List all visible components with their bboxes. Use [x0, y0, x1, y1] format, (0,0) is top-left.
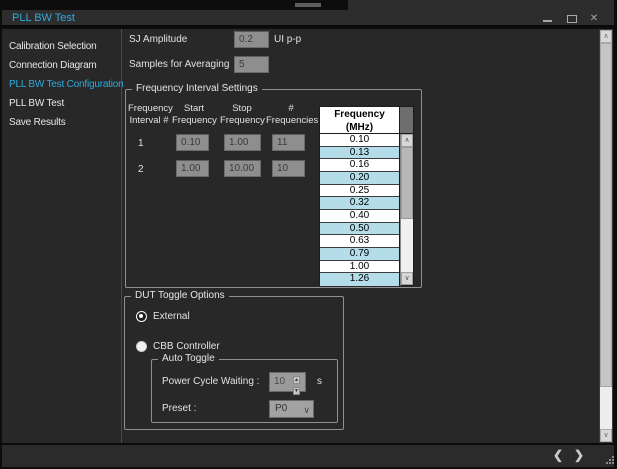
window-scrollbar-thumb[interactable]	[600, 43, 612, 387]
scroll-down-icon[interactable]: ∨	[401, 272, 413, 285]
maximize-button[interactable]	[563, 11, 581, 26]
spinner-buttons: ▲ ▼	[293, 373, 305, 391]
frequency-interval-settings-group: Frequency Interval Settings Frequency In…	[125, 89, 422, 288]
frequency-interval-settings-title: Frequency Interval Settings	[132, 83, 262, 94]
preset-dropdown-value: P0	[275, 403, 287, 414]
window-title: PLL BW Test	[12, 12, 75, 24]
table-row[interactable]: 0.13	[320, 147, 399, 160]
spin-down-icon[interactable]: ▼	[293, 387, 300, 395]
scroll-up-icon[interactable]: ∧	[600, 30, 612, 43]
power-cycle-waiting-label: Power Cycle Waiting :	[162, 376, 259, 387]
footer-bar: ❮ ❯	[2, 443, 614, 467]
sj-amplitude-label: SJ Amplitude	[129, 34, 187, 45]
table-row[interactable]: 0.25	[320, 185, 399, 198]
interval-2-stop-input[interactable]: 10.00	[224, 160, 261, 177]
sidebar-item-connection-diagram[interactable]: Connection Diagram	[2, 58, 121, 73]
sidebar-item-save-results[interactable]: Save Results	[2, 115, 121, 130]
frequency-table-scrollbar-thumb[interactable]	[401, 147, 413, 219]
frequency-table-scrollbar[interactable]: ∧ ∨	[400, 134, 414, 286]
power-cycle-waiting-spinner[interactable]: 10 ▲ ▼	[269, 372, 306, 392]
sidebar-item-pll-bw-test[interactable]: PLL BW Test	[2, 96, 121, 111]
auto-toggle-group: Auto Toggle Power Cycle Waiting : 10 ▲ ▼…	[151, 359, 338, 423]
preset-label: Preset :	[162, 403, 196, 414]
auto-toggle-title: Auto Toggle	[158, 353, 219, 364]
spin-up-icon[interactable]: ▲	[293, 376, 300, 384]
column-header-frequency-interval: Frequency Interval #	[128, 103, 170, 127]
power-cycle-waiting-unit: s	[317, 376, 322, 387]
scroll-up-icon[interactable]: ∧	[401, 134, 413, 147]
resize-grip-icon[interactable]	[604, 454, 614, 464]
interval-1-count-input[interactable]: 11	[272, 134, 305, 151]
table-row[interactable]: 1.26	[320, 273, 399, 286]
column-header-num-frequencies: # Frequencies	[266, 103, 316, 127]
content-area: Calibration Selection Connection Diagram…	[2, 29, 599, 443]
window-scrollbar[interactable]: ∧ ∨	[599, 29, 613, 443]
dut-toggle-options-group: DUT Toggle Options External CBB Controll…	[124, 296, 344, 430]
power-cycle-waiting-value: 10	[274, 376, 285, 387]
top-strip	[0, 0, 617, 10]
cbb-controller-radio[interactable]: CBB Controller	[136, 341, 220, 352]
frequency-table-header: Frequency (MHz)	[319, 106, 400, 134]
samples-for-averaging-label: Samples for Averaging	[129, 59, 229, 70]
maximize-icon	[567, 15, 577, 23]
table-row[interactable]: 0.40	[320, 210, 399, 223]
interval-1-start-input[interactable]: 0.10	[176, 134, 209, 151]
radio-unselected-icon	[136, 341, 147, 352]
external-radio-label: External	[153, 311, 190, 322]
sj-amplitude-unit: UI p-p	[274, 34, 301, 45]
preset-dropdown[interactable]: P0 ∨	[269, 400, 314, 418]
sj-amplitude-input[interactable]: 0.2	[234, 31, 269, 48]
top-strip-right	[348, 0, 614, 10]
close-icon: ✕	[590, 13, 598, 24]
title-bar: PLL BW Test ✕	[2, 10, 614, 27]
interval-2-count-input[interactable]: 10	[272, 160, 305, 177]
samples-for-averaging-input[interactable]: 5	[234, 56, 269, 73]
table-row[interactable]: 0.20	[320, 172, 399, 185]
table-row[interactable]: 0.16	[320, 159, 399, 172]
next-page-button[interactable]: ❯	[574, 448, 584, 462]
interval-2-start-input[interactable]: 1.00	[176, 160, 209, 177]
table-row[interactable]: 1.00	[320, 261, 399, 274]
table-row[interactable]: 0.63	[320, 235, 399, 248]
previous-page-button[interactable]: ❮	[553, 448, 563, 462]
external-radio[interactable]: External	[136, 311, 190, 322]
radio-selected-icon	[136, 311, 147, 322]
interval-1-label: 1	[138, 138, 144, 149]
sidebar-item-pll-bw-test-configuration[interactable]: PLL BW Test Configuration	[2, 77, 121, 92]
frequency-table-body: 0.10 0.13 0.16 0.20 0.25 0.32 0.40 0.50 …	[319, 134, 400, 286]
close-button[interactable]: ✕	[585, 11, 603, 26]
frequency-table-header-gap	[400, 106, 414, 134]
sidebar-item-calibration-selection[interactable]: Calibration Selection	[2, 39, 121, 54]
app-window: PLL BW Test ✕ Calibration Selection Conn…	[0, 0, 617, 469]
table-row[interactable]: 0.50	[320, 223, 399, 236]
main-panel: SJ Amplitude 0.2 UI p-p Samples for Aver…	[123, 29, 599, 443]
cbb-controller-radio-label: CBB Controller	[153, 341, 220, 352]
table-row[interactable]: 0.32	[320, 197, 399, 210]
interval-1-stop-input[interactable]: 1.00	[224, 134, 261, 151]
minimize-button[interactable]	[538, 11, 556, 26]
table-row[interactable]: 0.79	[320, 248, 399, 261]
table-row[interactable]: 0.10	[320, 134, 399, 147]
interval-2-label: 2	[138, 164, 144, 175]
frequency-table: Frequency (MHz) 0.10 0.13 0.16 0.20 0.25…	[319, 106, 414, 286]
sidebar: Calibration Selection Connection Diagram…	[2, 29, 122, 443]
minimize-icon	[543, 20, 552, 22]
column-header-start-frequency: Start Frequency	[172, 103, 216, 127]
dock-handle-icon	[295, 3, 321, 7]
dut-toggle-options-title: DUT Toggle Options	[131, 290, 229, 301]
scroll-down-icon[interactable]: ∨	[600, 429, 612, 442]
chevron-down-icon: ∨	[303, 402, 310, 418]
column-header-stop-frequency: Stop Frequency	[220, 103, 264, 127]
